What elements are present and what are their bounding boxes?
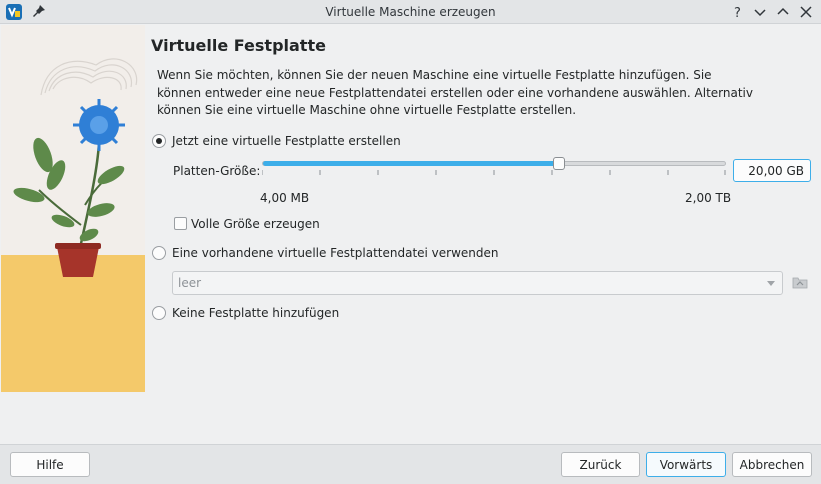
disk-size-label: Platten-Größe: [173, 164, 261, 178]
size-min-label: 4,00 MB [260, 191, 310, 205]
wizard-illustration [1, 25, 145, 392]
page-heading: Virtuelle Festplatte [151, 36, 326, 55]
full-size-checkbox[interactable] [174, 217, 187, 230]
folder-icon[interactable] [791, 273, 809, 291]
no-disk-radio[interactable] [152, 306, 166, 320]
cancel-button[interactable]: Abbrechen [732, 452, 812, 477]
minimize-icon[interactable] [752, 4, 768, 20]
create-disk-radio[interactable] [152, 134, 166, 148]
existing-disk-value: leer [178, 276, 202, 290]
chevron-down-icon [767, 281, 775, 286]
slider-handle[interactable] [552, 157, 565, 170]
title-bar: Virtuelle Maschine erzeugen ? [0, 0, 821, 24]
svg-text:?: ? [734, 6, 741, 20]
close-icon[interactable] [798, 4, 814, 20]
slider-ticks [262, 170, 726, 175]
disk-size-input[interactable]: 20,00 GB [733, 159, 811, 182]
window-title: Virtuelle Maschine erzeugen [325, 5, 496, 19]
full-size-label[interactable]: Volle Größe erzeugen [191, 217, 320, 231]
maximize-icon[interactable] [775, 4, 791, 20]
use-existing-radio[interactable] [152, 246, 166, 260]
page-description: Wenn Sie möchten, können Sie der neuen M… [157, 68, 753, 117]
back-button[interactable]: Zurück [561, 452, 640, 477]
slider-fill [263, 161, 560, 166]
size-max-label: 2,00 TB [685, 191, 732, 205]
help-button[interactable]: Hilfe [10, 452, 90, 477]
help-icon[interactable]: ? [730, 4, 746, 21]
disk-size-slider[interactable] [262, 161, 726, 166]
next-button[interactable]: Vorwärts [646, 452, 726, 477]
create-disk-label[interactable]: Jetzt eine virtuelle Festplatte erstelle… [172, 134, 401, 148]
use-existing-label[interactable]: Eine vorhandene virtuelle Festplattendat… [172, 246, 499, 260]
existing-disk-combo[interactable]: leer [172, 271, 783, 295]
no-disk-label[interactable]: Keine Festplatte hinzufügen [172, 306, 339, 320]
